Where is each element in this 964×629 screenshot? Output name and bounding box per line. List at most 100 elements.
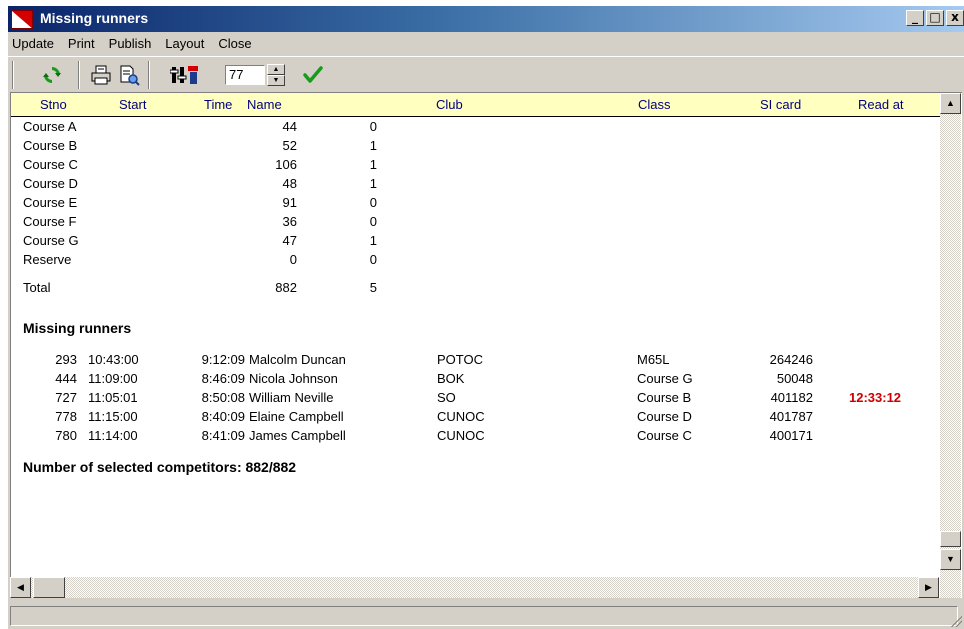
col-club[interactable]: Club	[436, 97, 463, 112]
toolbar-separator	[148, 61, 150, 89]
apply-check-icon	[303, 66, 323, 83]
runner-start: 11:05:01	[88, 390, 138, 405]
refresh-icon	[43, 67, 61, 83]
course-name: Course F	[23, 214, 77, 229]
course-count: 48	[282, 176, 297, 191]
menu-bar: Update Print Publish Layout Close	[8, 32, 964, 54]
course-count: 52	[282, 138, 297, 153]
course-missing: 0	[369, 252, 377, 267]
runner-si-card: 50048	[776, 371, 813, 386]
title-bar[interactable]: Missing runners _ □ x	[8, 6, 964, 32]
runner-si-card: 401787	[769, 409, 813, 424]
runner-class: Course C	[637, 428, 692, 443]
runner-name: Nicola Johnson	[249, 371, 338, 386]
report-area: Stno Start Time Name Club Class SI card …	[10, 92, 962, 598]
menu-print[interactable]: Print	[61, 36, 102, 51]
runner-time: 8:50:08	[201, 390, 245, 405]
course-missing: 1	[369, 233, 377, 248]
runner-read-at: 12:33:12	[849, 390, 902, 405]
minimize-button[interactable]: _	[906, 10, 924, 26]
course-name: Reserve	[23, 252, 72, 267]
scroll-up-button[interactable]: ▲	[940, 93, 961, 114]
col-stno[interactable]: Stno	[40, 97, 67, 112]
total-label: Total	[23, 280, 51, 295]
runner-stno: 727	[55, 390, 77, 405]
runner-stno: 293	[55, 352, 77, 367]
print-preview-icon	[120, 65, 140, 86]
total-count: 882	[275, 280, 297, 295]
runner-start: 11:15:00	[88, 409, 138, 424]
filter-settings-icon	[170, 66, 198, 84]
runner-stno: 444	[55, 371, 77, 386]
filter-settings-button[interactable]	[168, 62, 202, 88]
horizontal-scrollbar[interactable]: ◀ ▶	[10, 577, 939, 598]
print-button[interactable]	[88, 62, 114, 88]
close-button[interactable]: x	[946, 10, 964, 26]
scroll-left-button[interactable]: ◀	[10, 577, 31, 598]
maximize-button[interactable]: □	[926, 10, 944, 26]
runner-name: James Campbell	[249, 428, 346, 443]
course-name: Course A	[23, 119, 77, 134]
course-name: Course E	[23, 195, 78, 210]
status-field	[10, 606, 958, 626]
course-missing: 1	[369, 176, 377, 191]
toolbar-separator	[78, 61, 80, 89]
course-count: 36	[282, 214, 297, 229]
col-name[interactable]: Name	[247, 97, 282, 112]
col-read-at[interactable]: Read at	[858, 97, 904, 112]
runner-class: Course B	[637, 390, 692, 405]
runner-name: Elaine Campbell	[249, 409, 344, 424]
menu-close[interactable]: Close	[211, 36, 258, 51]
runner-name: Malcolm Duncan	[249, 352, 346, 367]
resize-grip-icon[interactable]	[948, 613, 962, 627]
course-missing: 0	[369, 214, 377, 229]
total-missing: 5	[369, 280, 377, 295]
course-name: Course G	[23, 233, 79, 248]
app-logo-icon	[11, 10, 33, 29]
course-name: Course B	[23, 138, 78, 153]
col-class[interactable]: Class	[638, 97, 671, 112]
count-spin-input[interactable]: 77	[225, 65, 265, 85]
scroll-thumb[interactable]	[940, 531, 961, 547]
menu-update[interactable]: Update	[8, 36, 61, 51]
runner-si-card: 264246	[769, 352, 813, 367]
col-start[interactable]: Start	[119, 97, 146, 112]
course-name: Course C	[23, 157, 78, 172]
runner-stno: 778	[55, 409, 77, 424]
runner-club: POTOC	[437, 352, 483, 367]
runner-club: CUNOC	[437, 428, 485, 443]
runner-start: 11:09:00	[88, 371, 138, 386]
course-name: Course D	[23, 176, 78, 191]
count-spinner: ▲ ▼	[267, 64, 285, 86]
spin-down-button[interactable]: ▼	[267, 75, 285, 86]
refresh-button[interactable]	[38, 62, 66, 88]
runner-club: SO	[437, 390, 456, 405]
missing-runners-window: Missing runners _ □ x Update Print Publi…	[8, 6, 964, 629]
course-missing: 1	[369, 157, 377, 172]
course-missing: 1	[369, 138, 377, 153]
runner-name: William Neville	[249, 390, 334, 405]
course-count: 106	[275, 157, 297, 172]
toolbar: 77 ▲ ▼	[8, 56, 964, 91]
spin-up-button[interactable]: ▲	[267, 64, 285, 75]
runner-start: 10:43:00	[88, 352, 139, 367]
horizontal-scroll-thumb[interactable]	[33, 577, 65, 598]
runner-time: 8:46:09	[201, 371, 245, 386]
menu-publish[interactable]: Publish	[102, 36, 159, 51]
scroll-right-button[interactable]: ▶	[918, 577, 939, 598]
apply-button[interactable]	[300, 62, 326, 88]
toolbar-separator	[12, 61, 14, 89]
scroll-down-button[interactable]: ▼	[940, 549, 961, 570]
col-time[interactable]: Time	[204, 97, 232, 112]
runner-class: M65L	[637, 352, 670, 367]
runner-start: 11:14:00	[88, 428, 138, 443]
vertical-scrollbar[interactable]: ▲ ▼	[940, 93, 961, 598]
print-icon	[91, 65, 111, 85]
print-preview-button[interactable]	[116, 62, 142, 88]
course-count: 47	[282, 233, 297, 248]
col-si-card[interactable]: SI card	[760, 97, 801, 112]
section-title: Missing runners	[23, 320, 132, 336]
menu-layout[interactable]: Layout	[158, 36, 211, 51]
runner-stno: 780	[55, 428, 77, 443]
status-bar	[8, 604, 964, 629]
